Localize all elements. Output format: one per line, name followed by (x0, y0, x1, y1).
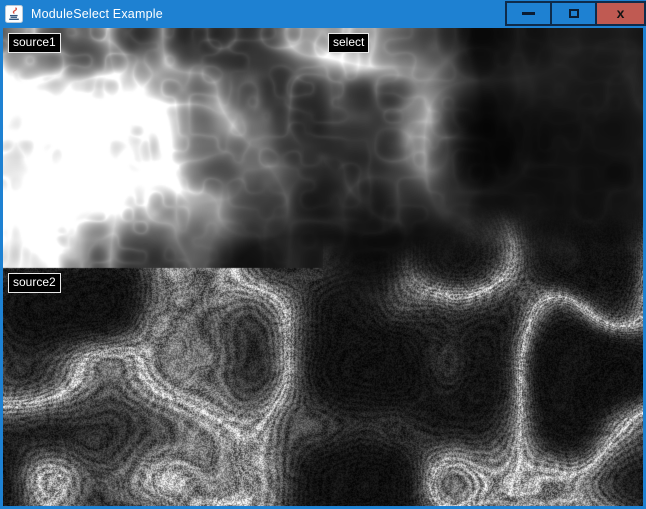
minimize-button[interactable] (505, 1, 552, 26)
window-controls: x (507, 1, 646, 27)
client-area: source1 select source2 (3, 28, 643, 506)
image-label-source2: source2 (8, 273, 61, 293)
noise-render-canvas (3, 28, 643, 506)
maximize-icon (569, 9, 579, 18)
java-app-icon (5, 5, 23, 23)
close-icon: x (617, 6, 625, 20)
image-label-source1: source1 (8, 33, 61, 53)
window-title: ModuleSelect Example (31, 7, 163, 21)
image-label-select: select (328, 33, 369, 53)
close-button[interactable]: x (595, 1, 646, 26)
minimize-icon (522, 12, 535, 15)
window-frame: ModuleSelect Example x source1 select so… (0, 0, 646, 509)
titlebar[interactable]: ModuleSelect Example x (0, 0, 646, 28)
maximize-button[interactable] (550, 1, 597, 26)
